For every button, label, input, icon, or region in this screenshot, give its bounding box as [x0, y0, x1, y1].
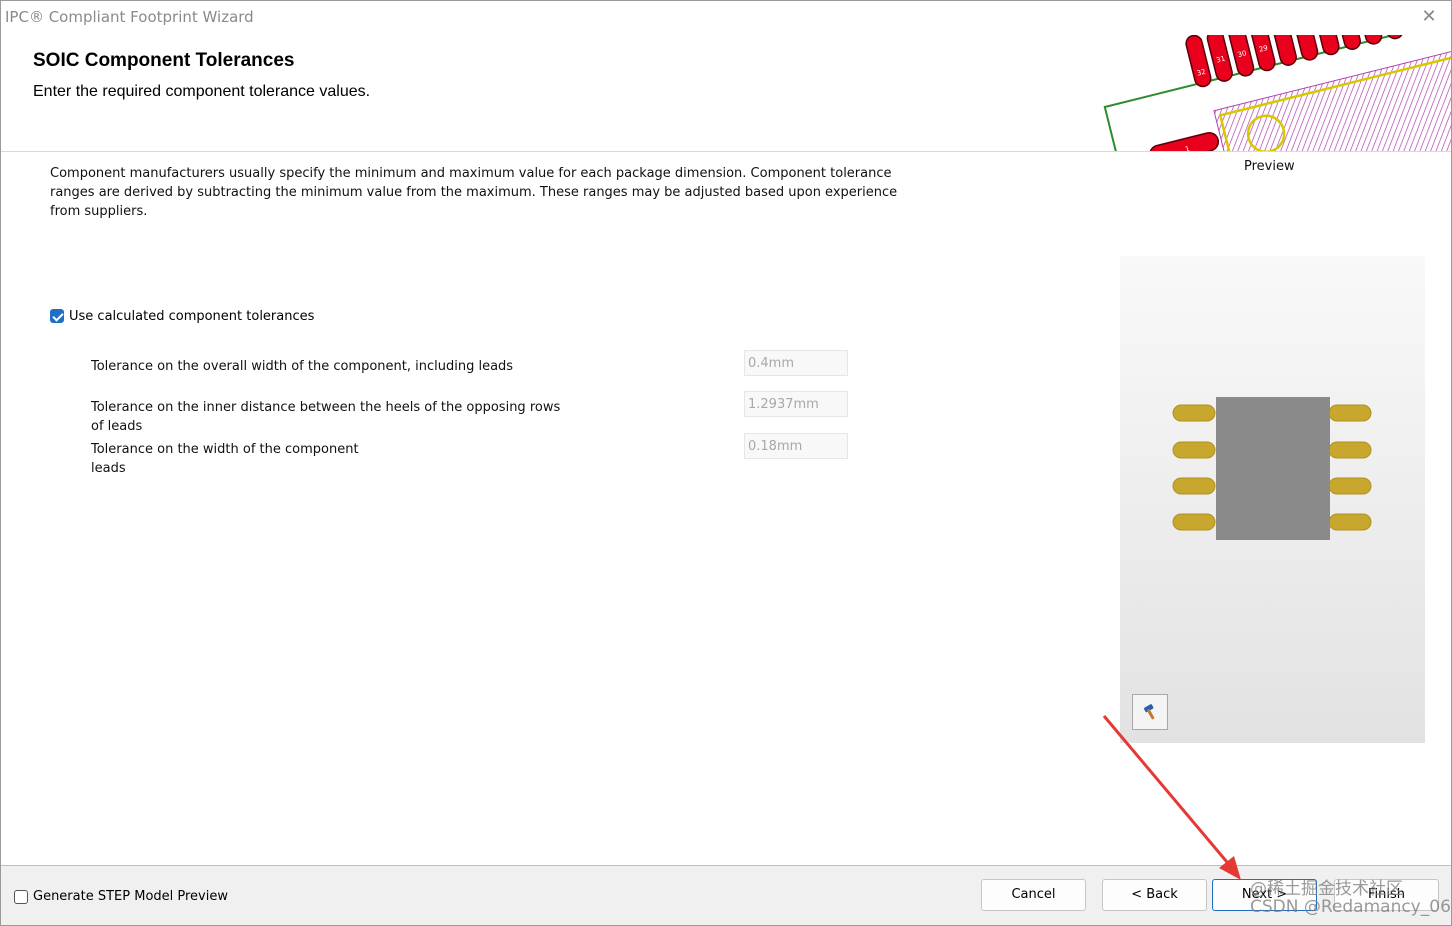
footprint-preview-drawing — [1172, 397, 1372, 540]
footprint-preview-panel — [1120, 256, 1425, 743]
next-button[interactable]: Next > — [1212, 879, 1317, 911]
preview-pad-right — [1328, 477, 1372, 495]
back-button[interactable]: < Back — [1102, 879, 1207, 911]
wizard-footer: Generate STEP Model Preview Cancel < Bac… — [1, 865, 1451, 925]
preview-pad-left — [1172, 441, 1216, 459]
page-subtitle: Enter the required component tolerance v… — [33, 83, 371, 100]
tolerance-lead-width-label: Tolerance on the width of the component … — [91, 442, 359, 476]
tolerance-lead-width-input[interactable] — [744, 433, 848, 459]
preview-pad-left — [1172, 404, 1216, 422]
preview-pad-left — [1172, 477, 1216, 495]
preview-pad-right — [1328, 404, 1372, 422]
tolerance-heel-distance-input[interactable] — [744, 391, 848, 417]
tolerance-overall-width-label: Tolerance on the overall width of the co… — [91, 359, 514, 374]
hammer-icon — [1143, 704, 1155, 720]
preview-tool-button[interactable] — [1132, 694, 1168, 730]
footprint-header-art: 32 31 30 29 1 2 — [1103, 35, 1451, 151]
description-text: Component manufacturers usually specify … — [50, 166, 898, 219]
preview-pad-right — [1328, 441, 1372, 459]
wizard-header: SOIC Component Tolerances Enter the requ… — [1, 35, 1451, 152]
step-preview-label: Generate STEP Model Preview — [33, 889, 228, 904]
tolerance-heel-distance-label: Tolerance on the inner distance between … — [91, 400, 561, 434]
preview-label: Preview — [1244, 159, 1295, 174]
step-preview-row[interactable]: Generate STEP Model Preview — [14, 889, 228, 904]
cancel-button[interactable]: Cancel — [981, 879, 1086, 911]
tolerance-overall-width-input[interactable] — [744, 350, 848, 376]
page-title: SOIC Component Tolerances — [33, 50, 295, 71]
use-calculated-tolerances-row[interactable]: Use calculated component tolerances — [50, 307, 314, 325]
preview-pad-right — [1328, 513, 1372, 531]
use-calculated-tolerances-label: Use calculated component tolerances — [69, 308, 315, 324]
close-icon[interactable]: ✕ — [1417, 5, 1441, 29]
step-preview-checkbox[interactable] — [14, 889, 28, 904]
window-title: IPC® Compliant Footprint Wizard — [5, 8, 254, 26]
title-bar: IPC® Compliant Footprint Wizard ✕ — [1, 1, 1451, 35]
wizard-window: IPC® Compliant Footprint Wizard ✕ SOIC C… — [0, 0, 1452, 926]
preview-component-body — [1216, 397, 1330, 540]
use-calculated-tolerances-checkbox[interactable] — [50, 309, 64, 323]
preview-pad-left — [1172, 513, 1216, 531]
finish-button[interactable]: Finish — [1334, 879, 1439, 911]
